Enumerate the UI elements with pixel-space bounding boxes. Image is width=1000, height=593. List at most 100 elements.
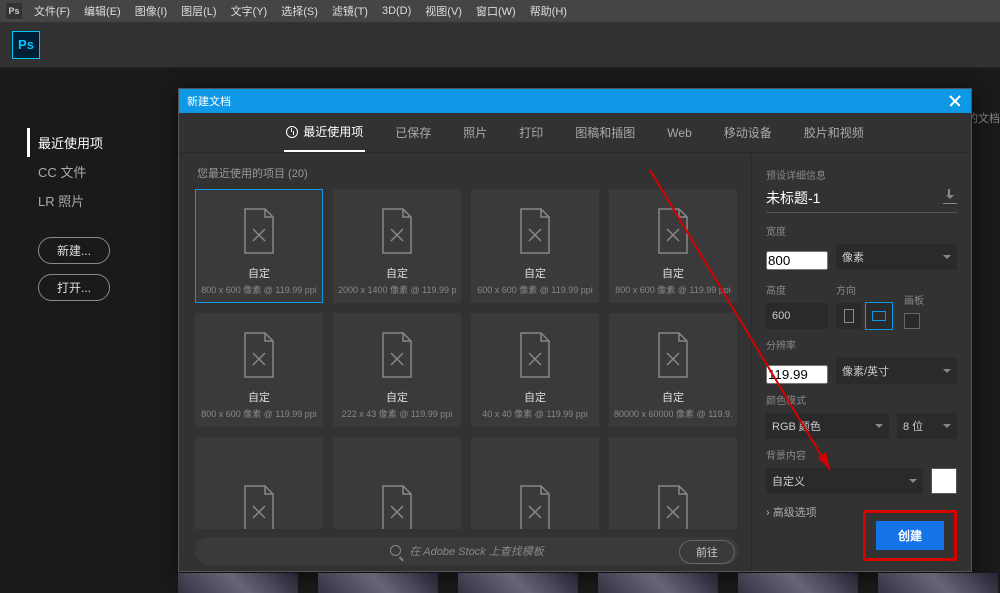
orientation-landscape[interactable] (866, 303, 892, 329)
preset-dimensions: 600 x 600 像素 @ 119.99 ppi (477, 283, 593, 296)
menu-3d[interactable]: 3D(D) (376, 5, 417, 17)
artboard-label: 画板 (904, 292, 944, 307)
bit-depth-value: 8 位 (903, 418, 923, 434)
menu-type[interactable]: 文字(Y) (225, 3, 274, 19)
document-name-input[interactable]: 未标题-1 (766, 188, 820, 208)
preset-grid: 自定 800 x 600 像素 @ 119.99 ppi 自定2000 x 1400… (195, 189, 739, 529)
tab-recent[interactable]: 最近使用项 (284, 113, 365, 152)
height-label: 高度 (766, 282, 828, 297)
home-sidebar: 最近使用项 CC 文件 LR 照片 新建... 打开... (0, 68, 178, 301)
menu-filter[interactable]: 滤镜(T) (326, 3, 374, 19)
search-icon (390, 545, 401, 556)
preset-dimensions: 222 x 43 像素 @ 119.99 ppi (342, 407, 453, 420)
orientation-portrait[interactable] (836, 303, 862, 329)
tab-art[interactable]: 图稿和插图 (573, 114, 637, 151)
save-preset-icon[interactable] (943, 192, 957, 204)
new-button[interactable]: 新建... (38, 237, 110, 264)
new-document-dialog: 新建文档 最近使用项 已保存 照片 打印 图稿和插图 Web 移动设备 胶片和视… (178, 88, 972, 572)
menu-edit[interactable]: 编辑(E) (78, 3, 127, 19)
preset-card[interactable]: 自定800 x 600 像素 @ 119.99 ppi (195, 313, 323, 427)
menu-select[interactable]: 选择(S) (275, 3, 324, 19)
preset-card[interactable]: 自定80000 x 60000 像素 @ 119.9… (609, 313, 737, 427)
preset-card[interactable]: 自定 800 x 600 像素 @ 119.99 ppi (609, 189, 737, 303)
preset-card[interactable] (471, 437, 599, 529)
preset-title: 自定 (386, 265, 408, 281)
width-label: 宽度 (766, 223, 957, 238)
preset-card[interactable] (195, 437, 323, 529)
background-color-swatch[interactable] (931, 468, 957, 494)
height-input[interactable] (766, 303, 828, 329)
background-select[interactable]: 自定义 (766, 468, 923, 494)
close-icon[interactable] (947, 93, 963, 109)
create-button[interactable]: 创建 (876, 521, 944, 550)
preset-title: 自定 (524, 389, 546, 405)
preset-card[interactable]: 自定2000 x 1400 像素 @ 119.99 ppi (333, 189, 461, 303)
document-icon (239, 207, 279, 255)
preset-card[interactable]: 自定 600 x 600 像素 @ 119.99 ppi (471, 189, 599, 303)
document-icon (653, 331, 693, 379)
document-icon (377, 207, 417, 255)
preset-dimensions: 800 x 600 像素 @ 119.99 ppi (201, 407, 317, 420)
home-lr-photos[interactable]: LR 照片 (38, 186, 160, 215)
menu-view[interactable]: 视图(V) (419, 3, 468, 19)
tab-print[interactable]: 打印 (517, 114, 545, 151)
clock-icon (286, 126, 298, 138)
color-mode-label: 颜色模式 (766, 392, 957, 407)
recent-count-label: 您最近使用的项目 (20) (197, 165, 739, 181)
document-icon (239, 484, 279, 529)
dialog-tabs: 最近使用项 已保存 照片 打印 图稿和插图 Web 移动设备 胶片和视频 (179, 113, 971, 153)
document-icon (377, 484, 417, 529)
preset-card[interactable] (333, 437, 461, 529)
preset-dimensions: 800 x 600 像素 @ 119.99 ppi (201, 283, 317, 296)
document-icon (377, 331, 417, 379)
preset-card[interactable]: 自定 222 x 43 像素 @ 119.99 ppi (333, 313, 461, 427)
menu-help[interactable]: 帮助(H) (524, 3, 573, 19)
preset-details-panel: 预设详细信息 未标题-1 宽度 像素 高度 方向 (751, 153, 971, 571)
tab-recent-label: 最近使用项 (303, 123, 363, 140)
home-cc-files[interactable]: CC 文件 (38, 157, 160, 186)
width-unit-select[interactable]: 像素 (836, 244, 957, 270)
preset-title: 自定 (524, 265, 546, 281)
open-button[interactable]: 打开... (38, 274, 110, 301)
preset-dimensions: 40 x 40 像素 @ 119.99 ppi (482, 407, 588, 420)
tab-photo[interactable]: 照片 (461, 114, 489, 151)
width-unit-value: 像素 (842, 249, 864, 265)
preset-title: 自定 (386, 389, 408, 405)
preset-card[interactable] (609, 437, 737, 529)
background-label: 背景内容 (766, 447, 957, 462)
menu-file[interactable]: 文件(F) (28, 3, 76, 19)
options-bar: Ps (0, 22, 1000, 68)
tab-saved[interactable]: 已保存 (393, 114, 433, 151)
ps-icon: Ps (12, 31, 40, 59)
background-value: 自定义 (772, 473, 805, 489)
width-input[interactable] (766, 251, 828, 270)
menu-window[interactable]: 窗口(W) (470, 3, 522, 19)
dialog-titlebar: 新建文档 (179, 89, 971, 113)
preset-title: 自定 (662, 265, 684, 281)
preset-dimensions: 80000 x 60000 像素 @ 119.9… (614, 407, 732, 420)
orientation-label: 方向 (836, 282, 896, 297)
annotation-highlight: 创建 (863, 510, 957, 561)
background-thumbnails (178, 573, 1000, 593)
menu-image[interactable]: 图像(I) (129, 3, 173, 19)
tab-web[interactable]: Web (665, 116, 693, 150)
preset-card[interactable]: 自定800 x 600 像素 @ 119.99 ppi (195, 189, 323, 303)
tab-mobile[interactable]: 移动设备 (722, 114, 774, 151)
go-button[interactable]: 前往 (679, 540, 735, 564)
color-mode-select[interactable]: RGB 颜色 (766, 413, 889, 439)
menu-layer[interactable]: 图层(L) (175, 3, 222, 19)
tab-film[interactable]: 胶片和视频 (802, 114, 866, 151)
presets-panel: 您最近使用的项目 (20) 自定 800 x 600 像素 @ 119.99 pp… (179, 153, 751, 571)
home-recent[interactable]: 最近使用项 (27, 128, 160, 157)
artboard-checkbox[interactable] (904, 313, 920, 329)
dialog-title: 新建文档 (187, 93, 231, 109)
resolution-label: 分辨率 (766, 337, 957, 352)
preset-dimensions: 800 x 600 像素 @ 119.99 ppi (615, 283, 731, 296)
color-mode-value: RGB 颜色 (772, 418, 821, 434)
preset-card[interactable]: 自定 40 x 40 像素 @ 119.99 ppi (471, 313, 599, 427)
document-icon (653, 207, 693, 255)
stock-search[interactable]: 在 Adobe Stock 上查找模板 前往 (195, 537, 739, 565)
bit-depth-select[interactable]: 8 位 (897, 413, 957, 439)
resolution-unit-select[interactable]: 像素/英寸 (836, 358, 957, 384)
resolution-input[interactable] (766, 365, 828, 384)
